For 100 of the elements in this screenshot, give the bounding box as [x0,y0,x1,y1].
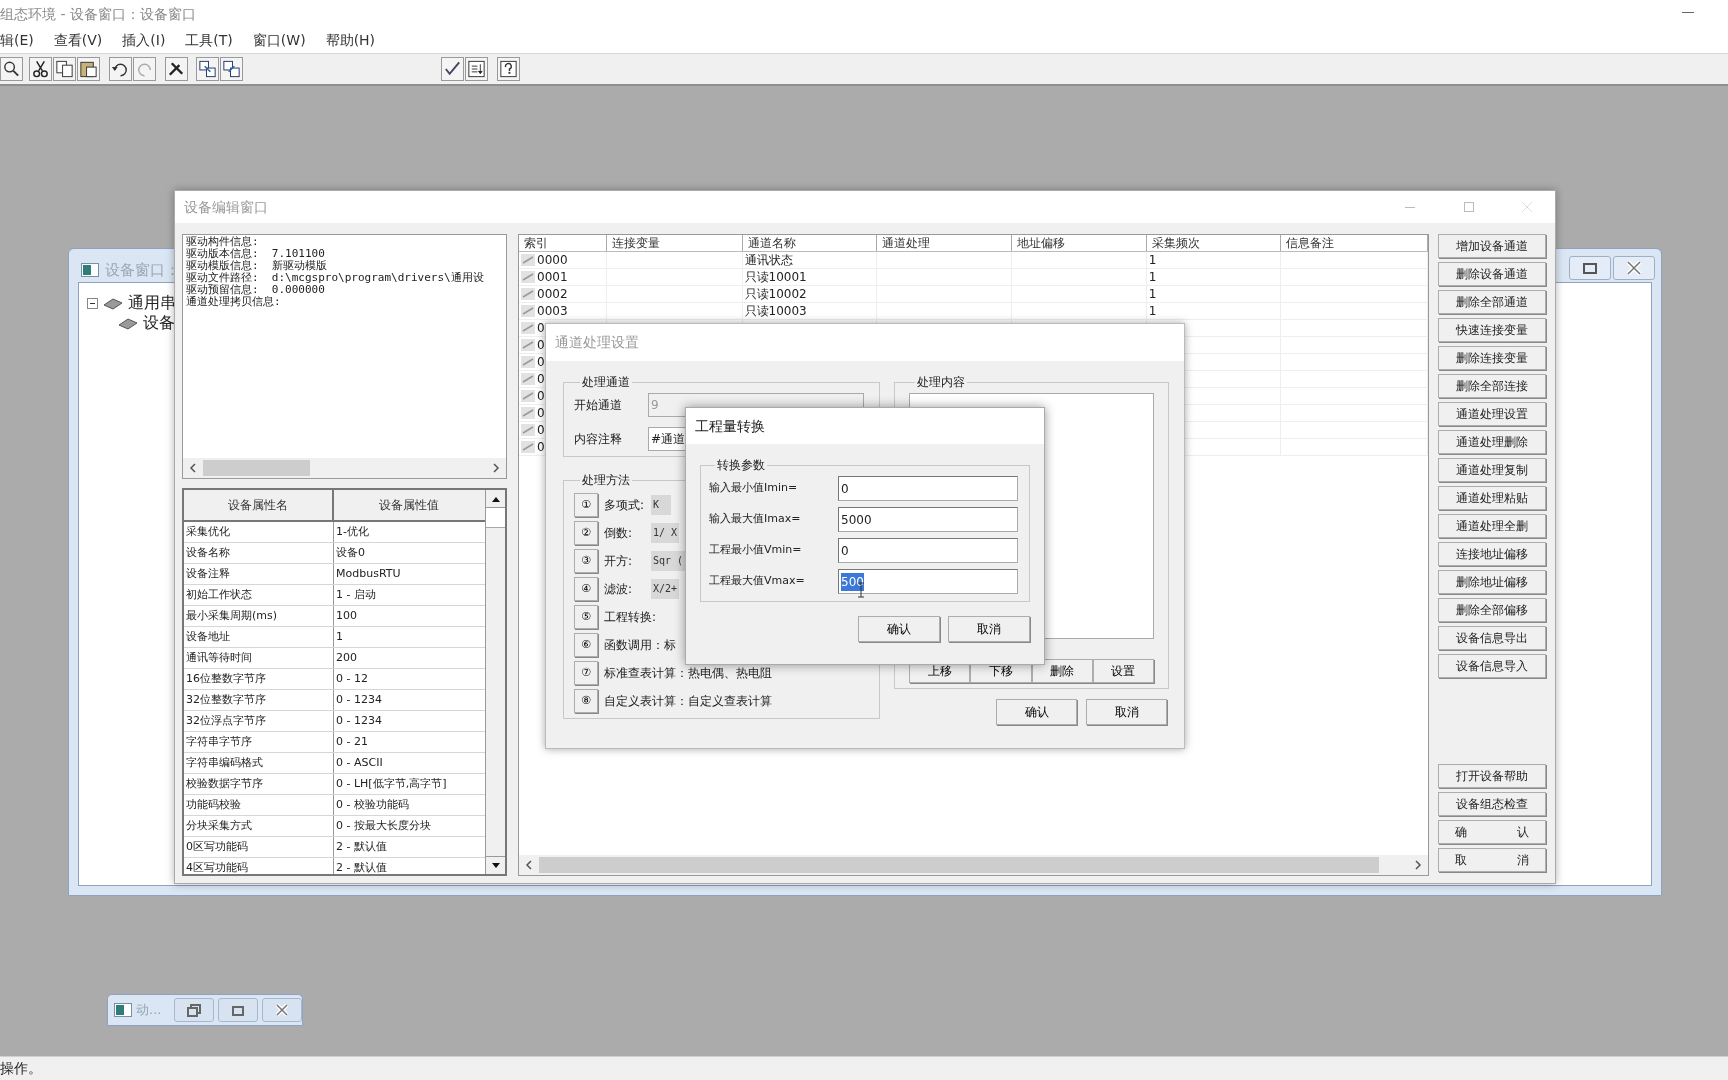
method-label: 工程转换: [604,609,657,626]
scissors-icon [30,58,51,80]
method-button[interactable]: ④ [574,577,598,601]
table-cell-text: 0 - LH[低字节,高字节] [335,776,448,792]
table-cell: 分块采集方式 [184,816,334,836]
channel-icon [521,424,535,436]
help-button[interactable] [497,57,520,81]
action-button[interactable]: 确 认 [1438,820,1546,844]
action-button[interactable]: 通道处理全删 [1438,514,1546,538]
input-field[interactable]: 5000 [838,507,1018,532]
triangle-down-icon [490,861,501,870]
method-button[interactable]: ① [574,493,598,517]
table-cell: 通讯状态 [744,252,793,269]
group-label: 处理通道 [581,374,631,391]
column-header[interactable]: 设备属性名 [184,490,334,520]
action-button[interactable]: 设备组态检查 [1438,792,1546,816]
maximize-button[interactable] [1569,256,1611,280]
action-button[interactable]: 快速连接变量 [1438,318,1546,342]
table-cell-text: 0 [537,439,545,456]
restore-button[interactable] [174,998,214,1022]
close-button[interactable] [262,998,302,1022]
column-header[interactable]: 信息备注 [1281,235,1428,251]
table-cell-text: 0003 [537,303,568,320]
table-cell-text: 0 - 1234 [335,692,383,708]
action-button[interactable]: 打开设备帮助 [1438,764,1546,788]
menu-item[interactable]: 查看(V) [53,30,103,51]
column-header[interactable]: 地址偏移 [1011,235,1147,251]
scrollbar[interactable] [519,855,1428,875]
action-button[interactable]: 删除设备通道 [1438,262,1546,286]
dialog-button[interactable]: 取消 [1086,699,1167,725]
action-button[interactable]: 取 消 [1438,848,1546,872]
check-button[interactable] [441,57,464,81]
scrollbar[interactable] [183,458,506,478]
table-cell-text: 0 - 12 [335,671,369,687]
maximize-button[interactable] [218,998,258,1022]
table-cell-text: 1 [335,629,344,645]
method-button[interactable]: ⑧ [574,689,598,713]
column-header[interactable]: 设备属性值 [334,490,484,520]
menu-item[interactable]: 帮助(H) [325,30,376,51]
menu-item[interactable]: 插入(I) [122,30,166,51]
action-button[interactable]: 通道处理删除 [1438,430,1546,454]
info-line: 驱动构件信息: [186,236,260,248]
table-cell-text: 0 - 按最大长度分块 [335,818,432,834]
field-label: 工程最小值Vmin= [709,542,803,559]
dialog-button[interactable]: 确认 [996,699,1077,725]
action-button[interactable]: 删除连接变量 [1438,346,1546,370]
copy-icon [54,58,75,80]
column-header[interactable]: 索引 [519,235,607,251]
method-label: 倒数: [604,525,634,542]
method-button[interactable]: ⑥ [574,633,598,657]
input-field[interactable]: 0 [838,476,1018,501]
action-button[interactable]: 删除地址偏移 [1438,570,1546,594]
collapse-toggle[interactable] [87,297,98,309]
undo-button[interactable] [109,57,132,81]
field-label: 开始通道 [574,397,623,414]
sort-button[interactable] [465,57,488,81]
dialog-button[interactable]: 取消 [948,616,1030,642]
method-button[interactable]: ③ [574,549,598,573]
paste-button[interactable] [77,57,100,81]
menu-item[interactable]: 窗口(W) [252,30,306,51]
table-cell-text: 0 - ASCII [335,755,384,771]
channel-icon [521,407,535,419]
action-button[interactable]: 设备信息导出 [1438,626,1546,650]
scroll-thumb[interactable] [203,460,310,476]
column-header[interactable]: 采集频次 [1146,235,1282,251]
close-button[interactable] [1613,256,1655,280]
sort-icon [466,58,487,80]
copy-button[interactable] [53,57,76,81]
method-label: 函数调用：标 [604,637,676,654]
column-header[interactable]: 连接变量 [606,235,743,251]
action-button[interactable]: 删除 [1031,659,1093,683]
column-header[interactable]: 通道名称 [742,235,878,251]
action-button[interactable]: 设备信息导入 [1438,654,1546,678]
menu-item[interactable]: 工具(T) [185,30,233,51]
window-title: 设备窗口： [105,260,180,281]
method-button[interactable]: ② [574,521,598,545]
action-button[interactable]: 通道处理粘贴 [1438,486,1546,510]
action-button[interactable]: 删除全部连接 [1438,374,1546,398]
action-button[interactable]: 删除全部通道 [1438,290,1546,314]
column-header[interactable]: 通道处理 [877,235,1012,251]
scroll-thumb[interactable] [539,857,1379,873]
action-button[interactable]: 连接地址偏移 [1438,542,1546,566]
magnifier-button[interactable] [0,57,23,81]
scrollbar[interactable] [485,490,505,874]
table-cell-text: 0 [537,371,545,388]
action-button[interactable]: 通道处理复制 [1438,458,1546,482]
action-button[interactable]: 增加设备通道 [1438,234,1546,258]
input-field[interactable]: 0 [838,538,1018,563]
table-cell-text: 0 [537,354,545,371]
action-button[interactable]: 设置 [1092,659,1154,683]
chevron-left-icon [525,860,533,870]
table-cell: 校验数据字节序 [184,774,334,794]
action-button[interactable]: 通道处理设置 [1438,402,1546,426]
menu-item[interactable]: 辑(E) [0,30,34,51]
scroll-thumb[interactable] [486,508,505,528]
method-button[interactable]: ⑦ [574,661,598,685]
dialog-button[interactable]: 确认 [858,616,940,642]
scissors-button[interactable] [29,57,52,81]
action-button[interactable]: 删除全部偏移 [1438,598,1546,622]
method-button[interactable]: ⑤ [574,605,598,629]
